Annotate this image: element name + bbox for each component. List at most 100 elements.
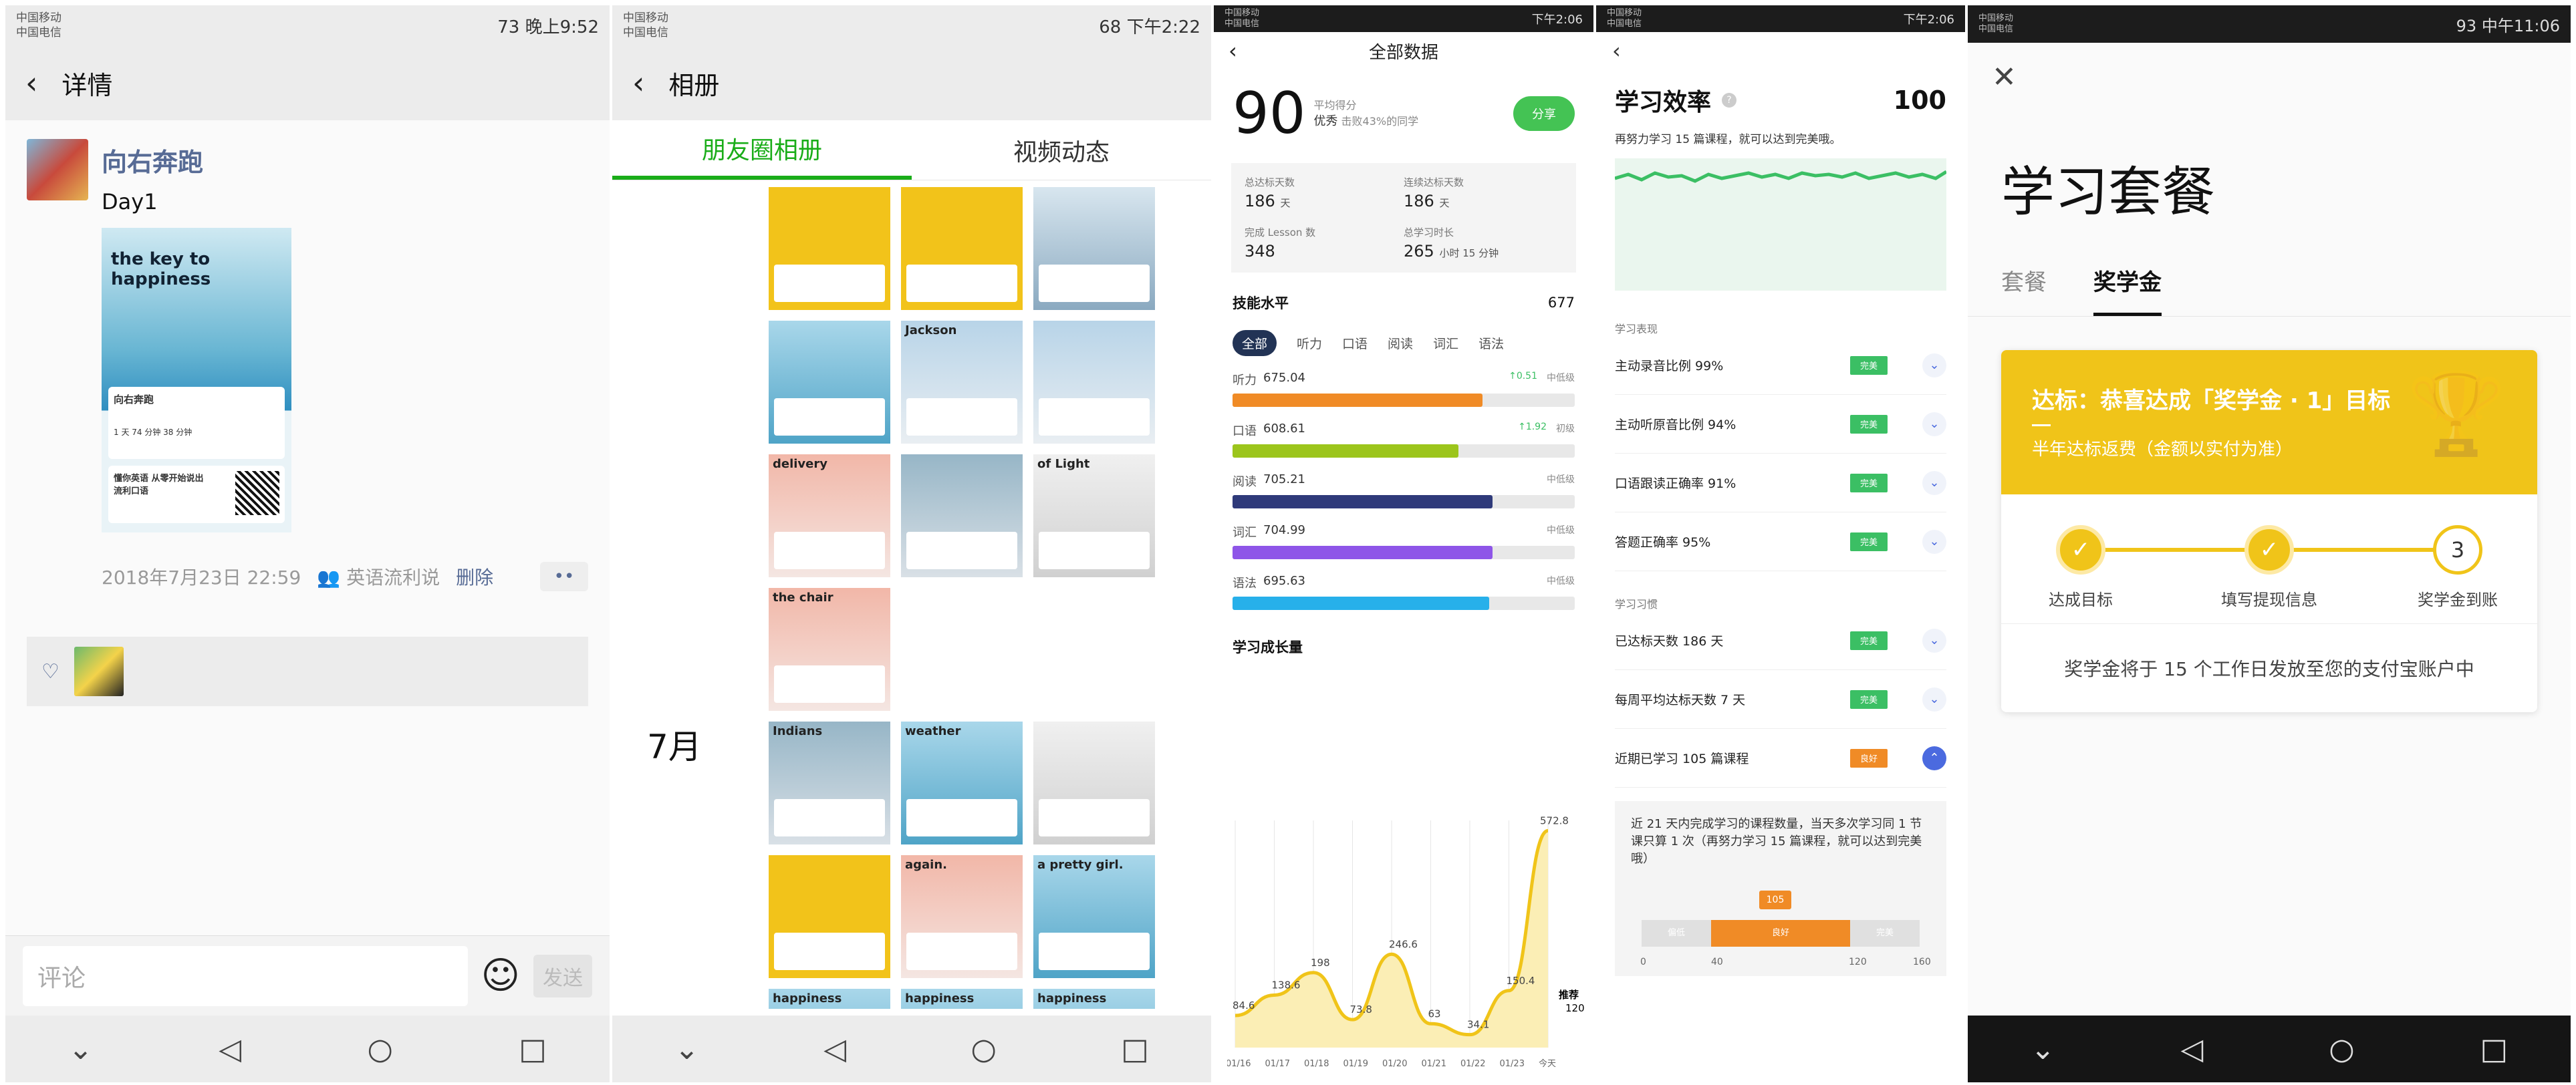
photo-row: happiness happiness happiness [769,989,1164,1009]
delete-button[interactable]: 删除 [456,563,493,590]
chevron-down-icon[interactable]: ⌄ [1922,687,1946,712]
home-circle-icon[interactable]: ○ [971,1032,997,1066]
carrier-label: 中国移动 [16,11,61,25]
share-button[interactable]: 分享 [1513,96,1575,131]
skill-delta: ↑1.92 [1518,422,1547,432]
chevron-down-icon[interactable]: ⌄ [674,1032,699,1066]
beat-label: 击败43%的同学 [1341,115,1419,128]
chevron-down-icon[interactable]: ⌄ [1922,628,1946,653]
skill-filter-chip[interactable]: 听力 [1297,334,1322,352]
efficiency-item[interactable]: 每周平均达标天数 7 天 完美 ⌄ [1615,670,1946,729]
photo-thumb[interactable]: the chair [769,588,890,711]
thumb-caption: a pretty girl. [1037,858,1124,872]
post-image[interactable]: the key to happiness 向右奔跑 1 天 74 分钟 38 分… [102,228,291,532]
more-actions-button[interactable]: •• [540,562,588,591]
efficiency-score: 100 [1893,86,1946,115]
comment-input[interactable]: 评论 [23,945,468,1006]
chevron-up-icon[interactable]: ⌃ [1922,746,1946,770]
group-visibility[interactable]: 👥 英语流利说 [317,563,440,590]
photo-grid: Jackson delivery of Light the chair Indians w… [769,187,1164,1020]
moment-post: 向右奔跑 Day1 the key to happiness 向右奔跑 1 天 … [5,120,610,610]
efficiency-item[interactable]: 已达标天数 186 天 完美 ⌄ [1615,611,1946,670]
stat-study-time: 总学习时长 265 小时 15 分钟 [1404,225,1563,261]
header: ‹ 全部数据 [1214,32,1593,69]
photo-thumb[interactable] [769,321,890,444]
back-icon[interactable]: ‹ [25,65,37,101]
current-marker: 105 [1759,891,1791,909]
photo-thumb[interactable]: weather [901,722,1023,844]
tab-scholarship[interactable]: 奖学金 [2093,264,2162,316]
avatar[interactable] [27,139,88,200]
chevron-down-icon[interactable]: ⌄ [2031,1032,2055,1066]
item-label: 已达标天数 186 天 [1615,634,1724,649]
photo-thumb[interactable]: happiness [1033,989,1155,1009]
skill-filter-chip[interactable]: 口语 [1342,334,1368,352]
recents-square-icon[interactable]: □ [2480,1032,2508,1066]
efficiency-item[interactable]: 口语跟读正确率 91% 完美 ⌄ [1615,454,1946,512]
author-name[interactable]: 向右奔跑 [102,142,588,178]
back-triangle-icon[interactable]: ◁ [219,1032,241,1066]
stat-unit: 天 [1280,197,1291,209]
back-icon[interactable]: ‹ [1612,38,1621,63]
chevron-down-icon[interactable]: ⌄ [1922,412,1946,436]
photo-thumb[interactable]: delivery [769,454,890,577]
photo-thumb[interactable]: again. [901,855,1023,978]
photo-thumb[interactable]: happiness [901,989,1023,1009]
emoji-icon[interactable]: ☺ [481,954,520,997]
skill-level: 中低级 [1547,474,1575,485]
skill-name: 听力 [1233,373,1257,388]
tab-video-moments[interactable]: 视频动态 [912,120,1211,180]
chevron-down-icon[interactable]: ⌄ [1922,353,1946,377]
efficiency-item[interactable]: 答题正确率 95% 完美 ⌄ [1615,512,1946,571]
photo-thumb[interactable]: of Light [1033,454,1155,577]
skill-filter-chip[interactable]: 全部 [1233,330,1277,356]
thumb-card [774,799,885,836]
close-icon[interactable]: ✕ [1968,43,2571,112]
recents-square-icon[interactable]: □ [1121,1032,1149,1066]
back-triangle-icon[interactable]: ◁ [2181,1032,2204,1066]
skill-filter-chip[interactable]: 语法 [1478,334,1504,352]
photo-thumb[interactable]: Jackson [901,321,1023,444]
chevron-down-icon[interactable]: ⌄ [1922,470,1946,495]
tab-plan[interactable]: 套餐 [2001,264,2047,316]
photo-thumb[interactable]: a pretty girl. [1033,855,1155,978]
photo-thumb[interactable] [901,454,1023,577]
photo-thumb[interactable]: Indians [769,722,890,844]
help-icon[interactable]: ? [1722,93,1737,108]
photo-thumb[interactable] [769,855,890,978]
tab-moments-album[interactable]: 朋友圈相册 [612,120,912,180]
page-title: 全部数据 [1368,42,1438,63]
skill-name: 词汇 [1233,526,1257,540]
carrier-label: 中国电信 [1607,19,1642,29]
status-bar: 中国移动 中国电信 下午2:06 [1214,5,1593,32]
skill-filter-chip[interactable]: 阅读 [1388,334,1413,352]
step-info: ✓ 填写提现信息 [2219,525,2319,610]
photo-row: delivery of Light [769,454,1164,577]
back-icon[interactable]: ‹ [632,65,644,101]
recents-square-icon[interactable]: □ [519,1032,547,1066]
back-triangle-icon[interactable]: ◁ [823,1032,846,1066]
photo-thumb[interactable] [1033,321,1155,444]
home-circle-icon[interactable]: ○ [2329,1032,2354,1066]
status-bar: 中国移动 中国电信 68 下午2:22 [612,5,1211,45]
photo-row: the chair [769,588,1164,711]
poster-card-name: 向右奔跑 [114,394,154,406]
send-button[interactable]: 发送 [533,954,592,997]
photo-thumb[interactable] [901,187,1023,310]
photo-thumb[interactable] [1033,722,1155,844]
efficiency-item[interactable]: 主动录音比例 99% 完美 ⌄ [1615,336,1946,395]
photo-thumb[interactable] [1033,187,1155,310]
liker-avatar[interactable] [74,647,124,696]
item-label: 主动听原音比例 94% [1615,418,1736,432]
thumb-card [1039,532,1150,569]
photo-thumb[interactable] [769,187,890,310]
efficiency-item[interactable]: 主动听原音比例 94% 完美 ⌄ [1615,395,1946,454]
photo-thumb[interactable]: happiness [769,989,890,1009]
back-icon[interactable]: ‹ [1229,38,1237,63]
chevron-down-icon[interactable]: ⌄ [68,1032,93,1066]
efficiency-item[interactable]: 近期已学习 105 篇课程 良好 ⌃ [1615,729,1946,788]
skill-filter-chip[interactable]: 词汇 [1433,334,1458,352]
home-circle-icon[interactable]: ○ [368,1032,393,1066]
chevron-down-icon[interactable]: ⌄ [1922,529,1946,554]
expanded-note: 近 21 天内完成学习的课程数量，当天多次学习同 1 节课只算 1 次（再努力学… [1615,801,1946,976]
